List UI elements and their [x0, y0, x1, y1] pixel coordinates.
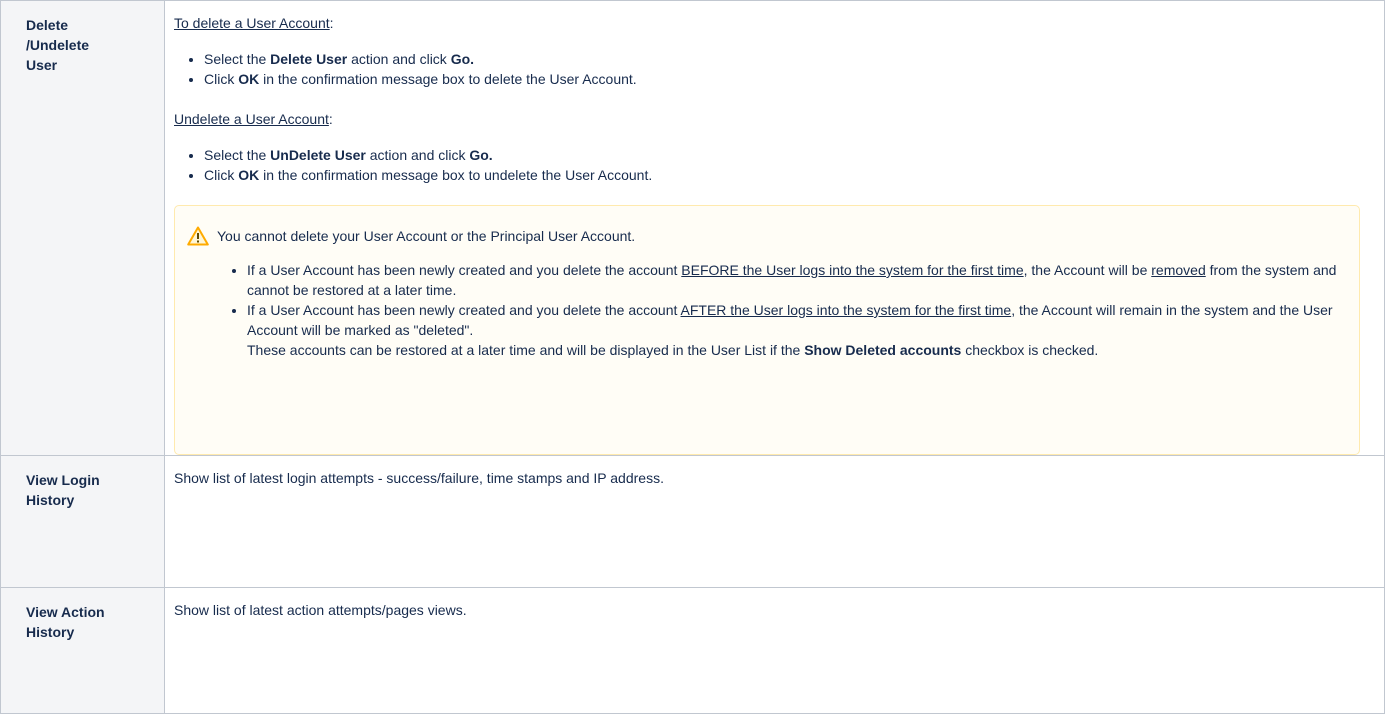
- row-body: Show list of latest login attempts - suc…: [164, 455, 1385, 588]
- row-body: Show list of latest action attempts/page…: [164, 587, 1385, 714]
- warning-message: You cannot delete your User Account or t…: [217, 228, 636, 244]
- row-header-label: View Login History: [26, 472, 100, 508]
- row-header: Delete /Undelete User: [0, 0, 165, 456]
- row-text: Show list of latest action attempts/page…: [174, 602, 467, 618]
- list-item: If a User Account has been newly created…: [247, 260, 1339, 300]
- table-row: View Login History Show list of latest l…: [0, 455, 1385, 588]
- table-row: Delete /Undelete User To delete a User A…: [0, 0, 1385, 456]
- row-header: View Login History: [0, 455, 165, 588]
- list-item: If a User Account has been newly created…: [247, 300, 1339, 360]
- list-item: Select the Delete User action and click …: [204, 49, 1384, 69]
- warning-panel: You cannot delete your User Account or t…: [174, 205, 1360, 455]
- undelete-section-title: Undelete a User Account:: [174, 111, 333, 127]
- row-header-label: Delete /Undelete User: [26, 17, 90, 73]
- warning-triangle-icon: [187, 226, 209, 246]
- delete-steps-list: Select the Delete User action and click …: [174, 49, 1384, 89]
- row-header: View Action History: [0, 587, 165, 714]
- actions-table: Delete /Undelete User To delete a User A…: [0, 0, 1385, 714]
- row-body: To delete a User Account: Select the Del…: [164, 0, 1385, 456]
- list-item: Select the UnDelete User action and clic…: [204, 145, 1384, 165]
- row-header-label: View Action History: [26, 604, 105, 640]
- list-item: Click OK in the confirmation message box…: [204, 165, 1384, 185]
- undelete-steps-list: Select the UnDelete User action and clic…: [174, 145, 1384, 185]
- table-row: View Action History Show list of latest …: [0, 587, 1385, 714]
- warning-bullets: If a User Account has been newly created…: [217, 260, 1339, 360]
- delete-section-title: To delete a User Account:: [174, 15, 334, 31]
- row-text: Show list of latest login attempts - suc…: [174, 470, 664, 486]
- list-item: Click OK in the confirmation message box…: [204, 69, 1384, 89]
